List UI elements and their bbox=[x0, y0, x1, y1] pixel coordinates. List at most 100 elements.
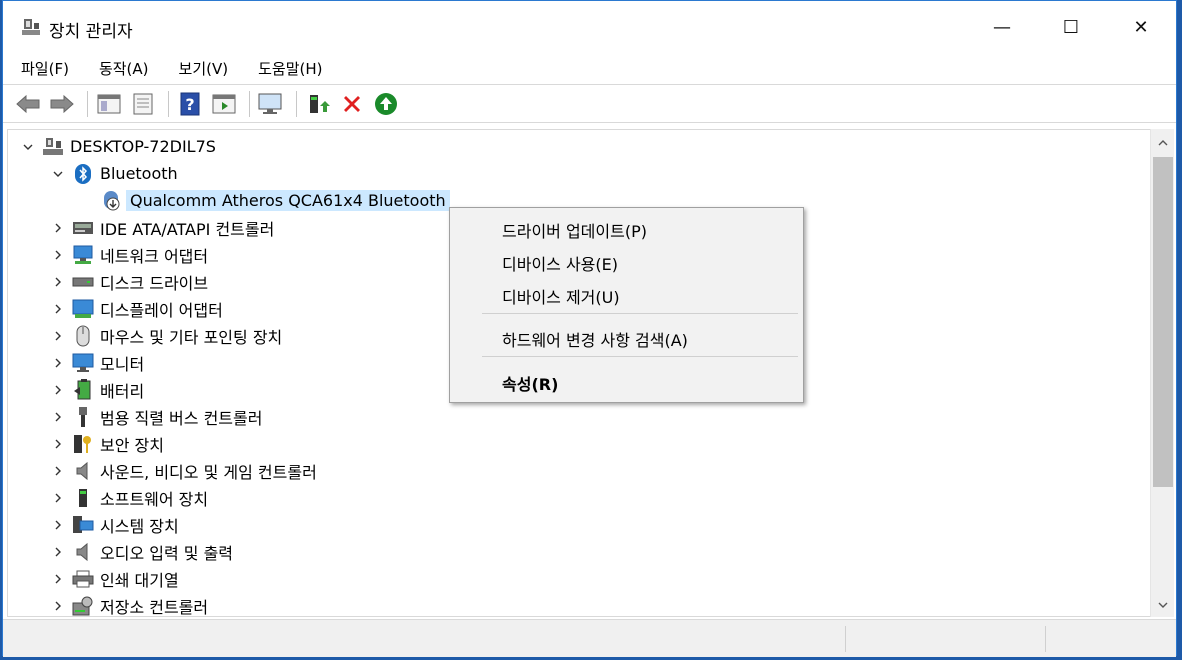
ide-controller-icon bbox=[72, 217, 94, 239]
menu-scan-hardware[interactable]: 하드웨어 변경 사항 검색(A) bbox=[502, 327, 688, 351]
menu-file[interactable]: 파일(F) bbox=[3, 58, 79, 79]
chevron-right-icon[interactable] bbox=[50, 544, 66, 560]
security-key-icon bbox=[72, 433, 94, 455]
menu-enable-device[interactable]: 디바이스 사용(E) bbox=[502, 251, 618, 275]
category-label: 마우스 및 기타 포인팅 장치 bbox=[100, 327, 283, 347]
back-arrow-icon bbox=[16, 94, 40, 113]
red-x-icon bbox=[344, 95, 360, 112]
close-button[interactable]: ✕ bbox=[1106, 1, 1176, 53]
console-tree-icon bbox=[97, 94, 121, 113]
help-button[interactable]: ? bbox=[175, 89, 205, 119]
tree-category-sound-video[interactable]: 사운드, 비디오 및 게임 컨트롤러 bbox=[50, 457, 317, 484]
title-bar[interactable]: 장치 관리자 — ☐ ✕ bbox=[3, 1, 1176, 53]
category-label: 소프트웨어 장치 bbox=[100, 489, 209, 509]
chevron-right-icon[interactable] bbox=[50, 490, 66, 506]
scroll-thumb[interactable] bbox=[1153, 157, 1173, 487]
maximize-button[interactable]: ☐ bbox=[1036, 1, 1106, 53]
tree-device-qualcomm-bluetooth[interactable]: Qualcomm Atheros QCA61x4 Bluetooth bbox=[102, 187, 450, 214]
menu-bar: 파일(F) 동작(A) 보기(V) 도움말(H) bbox=[3, 53, 1176, 85]
device-manager-icon bbox=[21, 17, 41, 37]
help-icon: ? bbox=[180, 92, 200, 115]
chevron-right-icon[interactable] bbox=[50, 517, 66, 533]
forward-arrow-icon bbox=[50, 94, 74, 113]
tree-category-bluetooth[interactable]: Bluetooth bbox=[50, 160, 178, 187]
action-pane-button[interactable] bbox=[209, 89, 239, 119]
category-label: 저장소 컨트롤러 bbox=[100, 597, 209, 617]
properties-button[interactable] bbox=[128, 89, 158, 119]
menu-update-driver[interactable]: 드라이버 업데이트(P) bbox=[502, 218, 647, 242]
chevron-right-icon[interactable] bbox=[50, 274, 66, 290]
tree-category-usb-controllers[interactable]: 범용 직렬 버스 컨트롤러 bbox=[50, 403, 262, 430]
chevron-down-icon[interactable] bbox=[20, 139, 36, 155]
update-driver-icon bbox=[310, 94, 330, 113]
console-tree-button[interactable] bbox=[94, 89, 124, 119]
tree-category-audio-io[interactable]: 오디오 입력 및 출력 bbox=[50, 538, 233, 565]
tree-category-ide-ata[interactable]: IDE ATA/ATAPI 컨트롤러 bbox=[50, 214, 274, 241]
category-label: 오디오 입력 및 출력 bbox=[100, 543, 234, 563]
tree-category-storage-controllers[interactable]: 저장소 컨트롤러 bbox=[50, 592, 209, 617]
chevron-down-icon bbox=[1158, 602, 1168, 608]
window-title: 장치 관리자 bbox=[49, 22, 133, 42]
enable-device-button[interactable] bbox=[371, 89, 401, 119]
tree-category-security-devices[interactable]: 보안 장치 bbox=[50, 430, 164, 457]
tree-category-system-devices[interactable]: 시스템 장치 bbox=[50, 511, 179, 538]
menu-properties[interactable]: 속성(R) bbox=[502, 371, 558, 395]
tree-category-batteries[interactable]: 배터리 bbox=[50, 376, 144, 403]
system-device-icon bbox=[72, 514, 94, 536]
toolbar-separator bbox=[168, 90, 169, 117]
monitor-scan-icon bbox=[258, 93, 282, 114]
status-bar bbox=[3, 619, 1176, 657]
action-pane-icon bbox=[212, 94, 236, 113]
menu-help[interactable]: 도움말(H) bbox=[240, 58, 332, 79]
chevron-right-icon[interactable] bbox=[50, 247, 66, 263]
properties-icon bbox=[133, 93, 153, 114]
menu-view[interactable]: 보기(V) bbox=[161, 58, 239, 79]
chevron-right-icon[interactable] bbox=[50, 382, 66, 398]
chevron-right-icon[interactable] bbox=[50, 571, 66, 587]
tree-category-disk-drives[interactable]: 디스크 드라이브 bbox=[50, 268, 208, 295]
tree-category-software-devices[interactable]: 소프트웨어 장치 bbox=[50, 484, 208, 511]
category-label: Bluetooth bbox=[100, 164, 178, 183]
chevron-up-icon bbox=[1158, 140, 1168, 146]
menu-action[interactable]: 동작(A) bbox=[81, 58, 159, 79]
chevron-right-icon[interactable] bbox=[50, 409, 66, 425]
minimize-button[interactable]: — bbox=[967, 1, 1037, 53]
svg-text:?: ? bbox=[185, 95, 194, 114]
close-icon: ✕ bbox=[1133, 16, 1149, 38]
toolbar-separator bbox=[87, 90, 88, 117]
category-label: 디스크 드라이브 bbox=[100, 273, 209, 293]
chevron-right-icon[interactable] bbox=[50, 220, 66, 236]
chevron-right-icon[interactable] bbox=[50, 463, 66, 479]
category-label: 사운드, 비디오 및 게임 컨트롤러 bbox=[100, 462, 317, 482]
uninstall-device-button[interactable] bbox=[337, 89, 367, 119]
usb-icon bbox=[72, 406, 94, 428]
chevron-right-icon[interactable] bbox=[50, 355, 66, 371]
vertical-scrollbar[interactable] bbox=[1150, 129, 1174, 617]
scroll-up-button[interactable] bbox=[1151, 131, 1175, 155]
category-label: 범용 직렬 버스 컨트롤러 bbox=[100, 408, 263, 428]
scan-hardware-button[interactable] bbox=[256, 89, 286, 119]
chevron-right-icon[interactable] bbox=[50, 328, 66, 344]
status-cell bbox=[1045, 626, 1175, 652]
tree-category-print-queues[interactable]: 인쇄 대기열 bbox=[50, 565, 179, 592]
tree-category-mice[interactable]: 마우스 및 기타 포인팅 장치 bbox=[50, 322, 282, 349]
chevron-down-icon[interactable] bbox=[50, 166, 66, 182]
chevron-right-icon[interactable] bbox=[50, 598, 66, 614]
forward-button[interactable] bbox=[47, 89, 77, 119]
tree-category-display-adapters[interactable]: 디스플레이 어댑터 bbox=[50, 295, 223, 322]
back-button[interactable] bbox=[13, 89, 43, 119]
update-driver-button[interactable] bbox=[303, 89, 333, 119]
tree-category-network-adapters[interactable]: 네트워크 어댑터 bbox=[50, 241, 208, 268]
category-label: 인쇄 대기열 bbox=[100, 570, 179, 590]
monitor-icon bbox=[72, 352, 94, 374]
printer-icon bbox=[72, 568, 94, 590]
scroll-down-button[interactable] bbox=[1151, 593, 1175, 617]
chevron-right-icon[interactable] bbox=[50, 436, 66, 452]
tree-root[interactable]: DESKTOP-72DIL7S bbox=[20, 133, 216, 160]
chevron-right-icon[interactable] bbox=[50, 301, 66, 317]
mouse-icon bbox=[72, 325, 94, 347]
menu-uninstall-device[interactable]: 디바이스 제거(U) bbox=[502, 284, 620, 308]
category-label: 네트워크 어댑터 bbox=[100, 246, 209, 266]
storage-controller-icon bbox=[72, 595, 94, 617]
tree-category-monitors[interactable]: 모니터 bbox=[50, 349, 144, 376]
